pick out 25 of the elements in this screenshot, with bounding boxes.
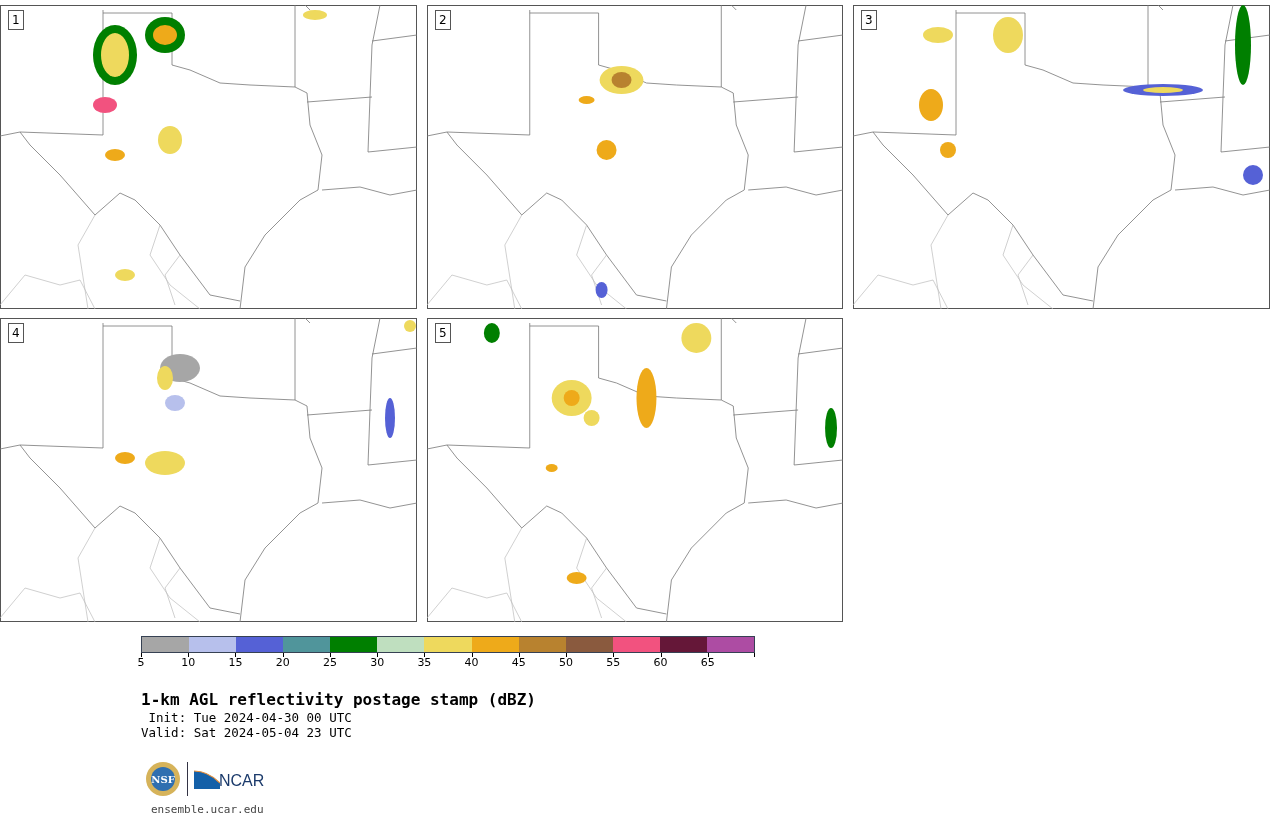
- colorbar-tick-label: 20: [275, 657, 290, 669]
- init-time: Init: Tue 2024-04-30 00 UTC: [147, 710, 353, 725]
- colorbar-tick-label: 15: [228, 657, 243, 669]
- seal-logo-icon: NSF: [145, 761, 181, 797]
- colorbar-tick-label: 65: [700, 657, 715, 669]
- colorbar-tick-label: 55: [606, 657, 621, 669]
- panel-number: 3: [861, 10, 877, 30]
- colorbar-tick-label: 35: [417, 657, 432, 669]
- chart-title: 1-km AGL reflectivity postage stamp (dBZ): [141, 690, 537, 710]
- swoosh-icon: [194, 769, 220, 789]
- colorbar-tick-label: 25: [322, 657, 337, 669]
- website-url: ensemble.ucar.edu: [151, 802, 265, 815]
- panel-number: 2: [435, 10, 451, 30]
- colorbar-tick-label: 45: [511, 657, 526, 669]
- colorbar-tick-label: 5: [137, 657, 145, 669]
- colorbar-tick-label: 50: [559, 657, 574, 669]
- ncar-logo: NCAR: [194, 769, 265, 789]
- valid-time: Valid: Sat 2024-05-04 23 UTC: [141, 725, 353, 740]
- panel-number: 5: [435, 323, 451, 343]
- colorbar-tick-label: 60: [653, 657, 668, 669]
- colorbar-tick-label: 40: [464, 657, 479, 669]
- panel-number: 4: [8, 323, 24, 343]
- colorbar-tick-label: 10: [181, 657, 196, 669]
- colorbar-tick-label: 30: [370, 657, 385, 669]
- panel-number: 1: [8, 10, 24, 30]
